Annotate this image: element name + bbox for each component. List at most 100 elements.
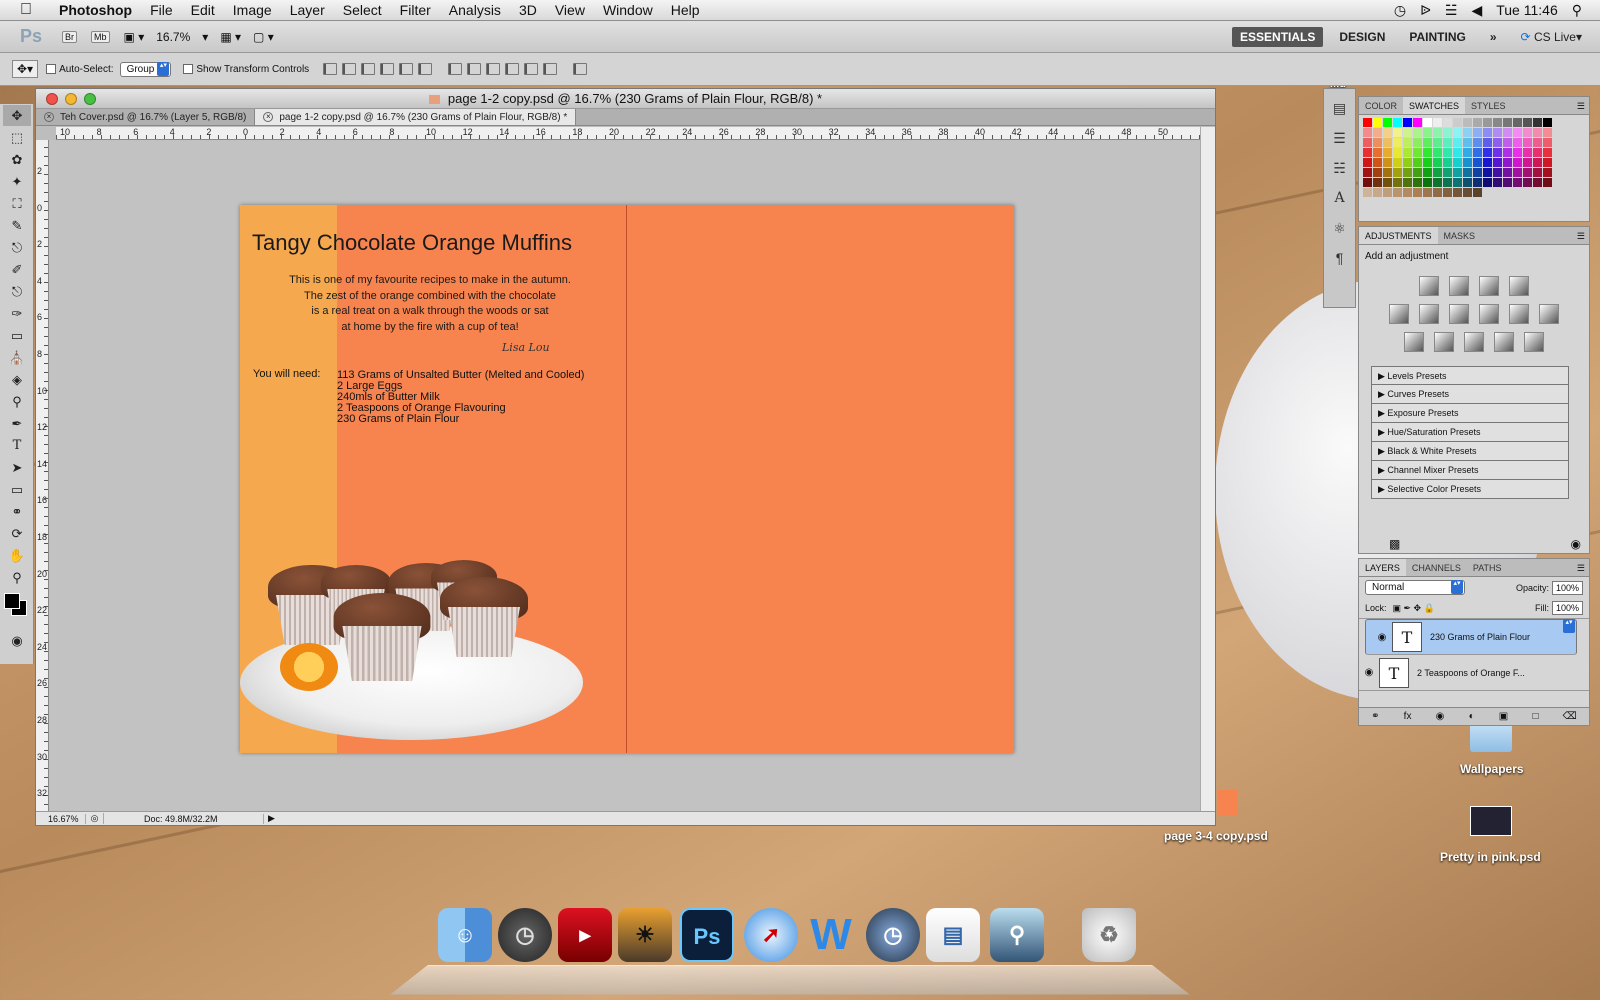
type-tool-icon[interactable]: T: [3, 435, 31, 456]
paint-bucket-tool-icon[interactable]: ⛪: [3, 347, 31, 368]
swatch[interactable]: [1463, 178, 1472, 187]
new-group-icon[interactable]: ▣: [1499, 708, 1508, 725]
color-balance-icon[interactable]: [1449, 304, 1469, 324]
swatch[interactable]: [1433, 188, 1442, 197]
swatch[interactable]: [1483, 178, 1492, 187]
signature[interactable]: Lisa Lou: [502, 341, 550, 354]
swatch[interactable]: [1433, 158, 1442, 167]
finder-icon[interactable]: ☺: [438, 908, 492, 962]
status-menu-icon[interactable]: ▶: [264, 813, 275, 824]
swatch[interactable]: [1433, 168, 1442, 177]
hand-tool-icon[interactable]: ✋: [3, 545, 31, 566]
swatch[interactable]: [1453, 138, 1462, 147]
swatch[interactable]: [1543, 168, 1552, 177]
swatch[interactable]: [1493, 128, 1502, 137]
swatch[interactable]: [1473, 148, 1482, 157]
photo-filter-icon[interactable]: [1509, 304, 1529, 324]
foreground-color[interactable]: [4, 593, 20, 609]
trash-icon[interactable]: ♻: [1082, 908, 1136, 962]
apple-icon[interactable]: : [16, 1, 36, 19]
swatch[interactable]: [1423, 158, 1432, 167]
link-layers-icon[interactable]: ⚭: [1371, 708, 1379, 725]
swatch[interactable]: [1493, 168, 1502, 177]
distribute-vcenter-icon[interactable]: [467, 63, 482, 75]
swatch[interactable]: [1513, 168, 1522, 177]
workspace-design[interactable]: DESIGN: [1331, 27, 1393, 47]
color-swatches[interactable]: [0, 589, 33, 629]
swatch[interactable]: [1453, 188, 1462, 197]
swatch[interactable]: [1543, 148, 1552, 157]
swatch[interactable]: [1503, 128, 1512, 137]
panel-menu-icon[interactable]: ☰: [1577, 97, 1589, 114]
swatch[interactable]: [1373, 128, 1382, 137]
paragraph-panel-icon[interactable]: ¶: [1329, 247, 1351, 269]
swatch[interactable]: [1403, 168, 1412, 177]
swatch[interactable]: [1513, 138, 1522, 147]
menu-image[interactable]: Image: [224, 0, 281, 21]
swatch[interactable]: [1373, 178, 1382, 187]
swatch[interactable]: [1443, 128, 1452, 137]
new-layer-icon[interactable]: □: [1532, 708, 1538, 725]
swatch[interactable]: [1543, 138, 1552, 147]
move-tool-preset-icon[interactable]: ✥▾: [12, 60, 39, 78]
swatch[interactable]: [1523, 178, 1532, 187]
swatch[interactable]: [1463, 158, 1472, 167]
menu-view[interactable]: View: [546, 0, 594, 21]
swatch[interactable]: [1393, 138, 1402, 147]
swatch[interactable]: [1373, 188, 1382, 197]
swatch[interactable]: [1503, 138, 1512, 147]
swatch[interactable]: [1423, 128, 1432, 137]
tab-channels[interactable]: CHANNELS: [1406, 559, 1467, 576]
swatch[interactable]: [1523, 158, 1532, 167]
panel-menu-icon[interactable]: ☰: [1577, 559, 1589, 576]
swatch[interactable]: [1423, 118, 1432, 127]
swatch[interactable]: [1473, 168, 1482, 177]
vertical-scrollbar[interactable]: [1200, 127, 1215, 813]
swatch[interactable]: [1363, 158, 1372, 167]
add-mask-icon[interactable]: ◉: [1436, 708, 1445, 725]
swatch[interactable]: [1393, 128, 1402, 137]
dashboard-icon[interactable]: ◷: [498, 908, 552, 962]
fill-input[interactable]: 100%: [1551, 601, 1583, 615]
align-right-icon[interactable]: [418, 63, 433, 75]
tab-styles[interactable]: STYLES: [1465, 97, 1512, 114]
blend-mode-select[interactable]: Normal: [1365, 580, 1465, 595]
swatch[interactable]: [1403, 148, 1412, 157]
swatch[interactable]: [1473, 138, 1482, 147]
preset-exposure[interactable]: ▶ Exposure Presets: [1371, 404, 1569, 423]
selective-color-icon[interactable]: [1524, 332, 1544, 352]
swatch[interactable]: [1453, 168, 1462, 177]
menu-window[interactable]: Window: [594, 0, 662, 21]
distribute-right-icon[interactable]: [543, 63, 558, 75]
time-machine-dock-icon[interactable]: ◷: [866, 908, 920, 962]
swatch[interactable]: [1463, 148, 1472, 157]
swatch[interactable]: [1463, 138, 1472, 147]
swatch[interactable]: [1493, 118, 1502, 127]
arrange-documents-icon[interactable]: ▦ ▾: [220, 30, 241, 44]
swatch[interactable]: [1373, 138, 1382, 147]
background-window-label[interactable]: page 3-4 copy.psd: [1164, 829, 1268, 843]
swatch[interactable]: [1503, 118, 1512, 127]
swatch[interactable]: [1443, 148, 1452, 157]
swatch[interactable]: [1423, 178, 1432, 187]
volume-icon[interactable]: ◀: [1471, 2, 1482, 19]
swatch[interactable]: [1443, 188, 1452, 197]
close-tab-icon[interactable]: ×: [44, 112, 54, 122]
cs-live-button[interactable]: ⟳ CS Live▾: [1513, 27, 1590, 47]
vertical-ruler[interactable]: 2 0 2 4 6 8 10 12 14 16 18 20 22 24 26 28 30 32: [36, 140, 49, 814]
swatch[interactable]: [1473, 128, 1482, 137]
align-hcenter-icon[interactable]: [399, 63, 414, 75]
swatch[interactable]: [1373, 118, 1382, 127]
view-previous-icon[interactable]: ◉: [1571, 537, 1581, 551]
layer-style-icon[interactable]: fx: [1404, 708, 1412, 725]
swatch[interactable]: [1503, 158, 1512, 167]
swatch[interactable]: [1363, 188, 1372, 197]
pen-tool-icon[interactable]: ✒: [3, 413, 31, 434]
eraser-tool-icon[interactable]: ▭: [3, 325, 31, 346]
swatch[interactable]: [1543, 118, 1552, 127]
swatch[interactable]: [1413, 128, 1422, 137]
document-titlebar[interactable]: page 1-2 copy.psd @ 16.7% (230 Grams of …: [36, 89, 1215, 109]
character-panel-icon[interactable]: A: [1329, 187, 1351, 209]
swatch[interactable]: [1453, 148, 1462, 157]
swatch[interactable]: [1533, 138, 1542, 147]
